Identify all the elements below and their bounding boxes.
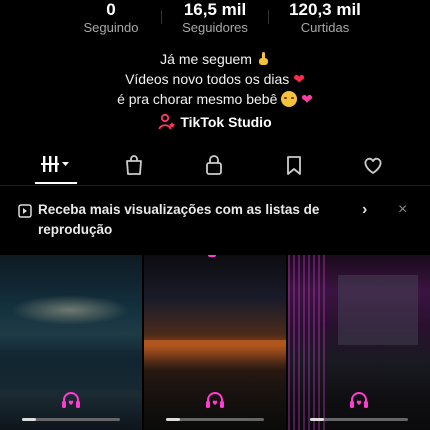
headphones-heart-icon bbox=[206, 392, 224, 408]
playlist-banner[interactable]: Receba mais visualizações com as listas … bbox=[0, 196, 430, 246]
bio-line-3: é pra chorar mesmo bebê ❤ bbox=[0, 89, 430, 109]
likes-count: 120,3 mil bbox=[289, 0, 361, 19]
stat-likes[interactable]: 120,3 mil Curtidas bbox=[270, 0, 380, 36]
tab-private[interactable] bbox=[194, 152, 234, 178]
progress-bar bbox=[22, 418, 120, 421]
profile-tabs bbox=[0, 150, 430, 186]
bio-line-1: Já me seguem bbox=[0, 49, 430, 69]
playlist-icon bbox=[18, 204, 32, 218]
video-thumbnail[interactable] bbox=[0, 255, 142, 430]
chevron-right-icon[interactable]: › bbox=[362, 201, 367, 219]
profile-bio: Já me seguem Vídeos novo todos os dias ❤… bbox=[0, 49, 430, 109]
followers-label: Seguidores bbox=[182, 20, 248, 35]
headphones-heart-icon bbox=[350, 392, 368, 408]
profile-stats: 0 Seguindo 16,5 mil Seguidores 120,3 mil… bbox=[0, 0, 430, 40]
bio-line-3-text: é pra chorar mesmo bebê bbox=[117, 91, 278, 107]
video-grid bbox=[0, 255, 430, 430]
thumbnail-scene bbox=[0, 350, 142, 390]
tiktok-studio-link[interactable]: TikTok Studio bbox=[0, 113, 430, 131]
bio-line-2-text: Vídeos novo todos os dias bbox=[125, 71, 290, 87]
stat-followers[interactable]: 16,5 mil Seguidores bbox=[165, 0, 265, 36]
crying-face-icon bbox=[281, 91, 298, 107]
headphones-heart-icon bbox=[62, 392, 80, 408]
heart-icon bbox=[364, 157, 382, 174]
bio-line-1-text: Já me seguem bbox=[160, 51, 252, 67]
lock-icon bbox=[206, 155, 222, 175]
tab-saved[interactable] bbox=[274, 152, 314, 178]
followers-count: 16,5 mil bbox=[183, 0, 247, 19]
tab-shop[interactable] bbox=[114, 152, 154, 178]
person-star-icon bbox=[158, 113, 176, 130]
stat-following[interactable]: 0 Seguindo bbox=[66, 0, 156, 36]
bio-line-2: Vídeos novo todos os dias ❤ bbox=[0, 69, 430, 89]
bookmark-icon bbox=[287, 156, 301, 175]
pointing-hand-icon bbox=[258, 52, 268, 65]
tab-liked[interactable] bbox=[353, 152, 393, 178]
likes-label: Curtidas bbox=[300, 20, 350, 35]
tab-videos[interactable] bbox=[36, 152, 76, 178]
close-icon[interactable]: × bbox=[398, 201, 407, 219]
thumbnail-scene bbox=[10, 295, 130, 325]
banner-text: Receba mais visualizações com as listas … bbox=[38, 202, 320, 237]
thumbnail-scene bbox=[144, 340, 286, 370]
progress-bar bbox=[166, 418, 264, 421]
video-thumbnail[interactable] bbox=[288, 255, 430, 430]
following-count: 0 bbox=[106, 0, 116, 19]
progress-bar bbox=[310, 418, 408, 421]
red-heart-icon: ❤ bbox=[293, 71, 305, 87]
thumbnail-scene bbox=[338, 275, 418, 345]
active-tab-indicator bbox=[35, 182, 77, 184]
videos-grid-icon bbox=[41, 156, 69, 172]
pink-marker bbox=[208, 255, 216, 257]
divider bbox=[268, 10, 269, 24]
video-thumbnail[interactable] bbox=[144, 255, 286, 430]
tiktok-studio-label: TikTok Studio bbox=[180, 114, 272, 130]
thumbnail-scene bbox=[288, 255, 328, 430]
divider bbox=[161, 10, 162, 24]
following-label: Seguindo bbox=[83, 20, 139, 35]
shopping-bag-icon bbox=[126, 155, 142, 175]
broken-heart-icon: ❤ bbox=[301, 91, 313, 107]
